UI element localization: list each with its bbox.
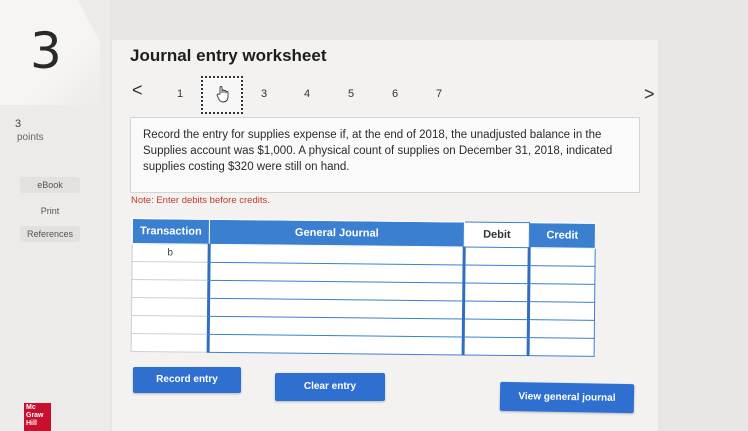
account-input[interactable] bbox=[208, 334, 464, 355]
debit-input[interactable] bbox=[464, 246, 530, 266]
view-general-journal-button[interactable]: View general journal bbox=[499, 381, 635, 414]
debit-input[interactable] bbox=[463, 336, 529, 356]
nav-page-4[interactable]: 4 bbox=[304, 88, 310, 100]
transaction-cell bbox=[131, 315, 209, 335]
debit-input[interactable] bbox=[463, 282, 529, 302]
nav-page-7[interactable]: 7 bbox=[436, 88, 442, 100]
credit-input[interactable] bbox=[528, 301, 595, 321]
question-number-box: 3 bbox=[0, 0, 100, 105]
ebook-link[interactable]: eBook bbox=[20, 177, 80, 193]
points-value: 3 bbox=[15, 118, 22, 130]
debits-note: Note: Enter debits before credits. bbox=[131, 195, 270, 206]
points-label: points bbox=[17, 132, 44, 143]
transaction-cell bbox=[131, 297, 209, 317]
question-number: 3 bbox=[30, 22, 62, 80]
references-link[interactable]: References bbox=[20, 226, 80, 242]
credit-header: Credit bbox=[529, 222, 596, 249]
record-entry-button[interactable]: Record entry bbox=[133, 367, 241, 393]
debit-input[interactable] bbox=[463, 318, 529, 338]
debit-header: Debit bbox=[464, 221, 530, 248]
hand-cursor-icon bbox=[216, 86, 229, 103]
debit-input[interactable] bbox=[463, 264, 530, 284]
question-prompt: Record the entry for supplies expense if… bbox=[130, 117, 640, 193]
credit-input[interactable] bbox=[528, 265, 596, 285]
transaction-cell bbox=[131, 333, 209, 353]
transaction-cell: b bbox=[132, 243, 210, 263]
prev-arrow[interactable]: < bbox=[132, 80, 143, 101]
transaction-header: Transaction bbox=[132, 218, 210, 245]
debit-input[interactable] bbox=[463, 300, 529, 320]
next-arrow[interactable]: > bbox=[644, 84, 655, 105]
credit-input[interactable] bbox=[528, 337, 595, 357]
credit-input[interactable] bbox=[528, 319, 595, 339]
transaction-cell bbox=[131, 261, 210, 281]
nav-page-2-current[interactable] bbox=[201, 76, 243, 114]
mcgraw-hill-logo: Mc Graw Hill bbox=[24, 403, 51, 431]
nav-page-3[interactable]: 3 bbox=[261, 88, 267, 100]
credit-input[interactable] bbox=[528, 283, 595, 303]
print-link[interactable]: Print bbox=[20, 203, 80, 219]
nav-page-1[interactable]: 1 bbox=[177, 88, 183, 100]
transaction-cell bbox=[131, 279, 209, 299]
sidebar: 3 3 points eBook Print References Mc Gra… bbox=[0, 0, 110, 431]
credit-input[interactable] bbox=[529, 247, 596, 267]
clear-entry-button[interactable]: Clear entry bbox=[275, 373, 385, 401]
nav-page-5[interactable]: 5 bbox=[348, 88, 354, 100]
general-journal-header: General Journal bbox=[209, 219, 465, 247]
worksheet-title: Journal entry worksheet bbox=[130, 46, 327, 65]
nav-page-6[interactable]: 6 bbox=[392, 88, 398, 100]
journal-entry-table: Transaction General Journal Debit Credit… bbox=[131, 218, 596, 357]
